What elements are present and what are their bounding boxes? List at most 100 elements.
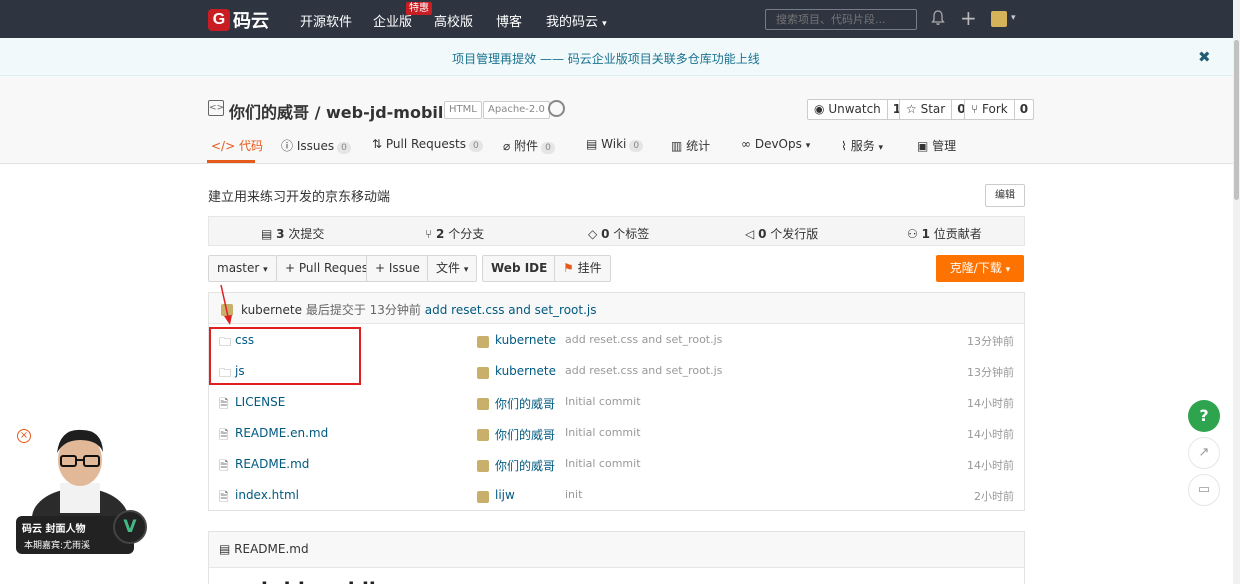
commit-message[interactable]: Initial commit (565, 457, 641, 470)
stat-tags[interactable]: ◇ 0 个标签 (588, 225, 649, 242)
pulse-icon: ⌇ (841, 139, 847, 153)
tab-devops[interactable]: ∞ DevOps ▾ (741, 137, 810, 151)
nav-university[interactable]: 高校版 (434, 11, 473, 30)
stat-contributors[interactable]: ⚇ 1 位贡献者 (907, 225, 982, 242)
stat-releases[interactable]: ◁ 0 个发行版 (745, 225, 818, 242)
avatar-chevron-down-icon[interactable]: ▾ (1011, 13, 1016, 23)
web-ide-button[interactable]: Web IDE (482, 255, 557, 282)
table-row[interactable]: 🗎 README.md 你们的威哥 Initial commit 14小时前 (209, 449, 1024, 480)
file-menu-button[interactable]: 文件 ▾ (427, 255, 478, 282)
file-icon: 🗎 (219, 490, 229, 504)
nav-open-source[interactable]: 开源软件 (300, 11, 352, 30)
tab-stats-label: 统计 (686, 139, 711, 153)
table-row[interactable]: 🗎 LICENSE 你们的威哥 Initial commit 14小时前 (209, 387, 1024, 418)
commit-message[interactable]: Initial commit (565, 426, 641, 439)
tab-issues[interactable]: ⓘ Issues 0 (281, 137, 351, 154)
branch-select[interactable]: master ▾ (208, 255, 277, 282)
watch-label: Unwatch (828, 102, 881, 116)
last-commit-time: 13分钟前 (369, 303, 421, 317)
commit-user[interactable]: 你们的威哥 (495, 426, 555, 443)
user-avatar-small[interactable] (477, 398, 489, 410)
promo-guest: 本期嘉宾:尤雨溪 (24, 541, 91, 551)
special-offer-badge: 特惠 (406, 2, 432, 15)
fork-button[interactable]: ⑂ Fork 0 (964, 99, 1035, 120)
search-input[interactable] (765, 9, 917, 30)
devops-chevron-down-icon: ▾ (805, 141, 811, 151)
user-avatar-small[interactable] (477, 460, 489, 472)
commits-count: 3 (276, 227, 285, 241)
tab-attachments[interactable]: ⌀ 附件 0 (503, 137, 555, 154)
stat-commits[interactable]: ▤ 3 次提交 (261, 225, 324, 242)
page-scrollbar-thumb[interactable] (1234, 40, 1239, 200)
share-icon[interactable]: ↗ (1188, 437, 1220, 469)
commit-user[interactable]: 你们的威哥 (495, 395, 555, 412)
chevron-down-icon: ▾ (602, 19, 607, 29)
pendant-button[interactable]: ⚑ 挂件 (554, 255, 611, 282)
commit-message[interactable]: add reset.css and set_root.js (565, 333, 722, 346)
star-button[interactable]: ☆ Star 0 (899, 99, 972, 120)
file-menu-label: 文件 (436, 261, 461, 275)
comment-icon[interactable]: ▭ (1188, 474, 1220, 506)
readme-title: README.md (234, 542, 309, 556)
file-list: kubernete 最后提交于 13分钟前 add reset.css and … (208, 292, 1025, 511)
edit-description-button[interactable]: 编辑 (985, 184, 1025, 207)
tab-stats[interactable]: ▥ 统计 (671, 137, 710, 154)
clone-label: 克隆/下载 (949, 261, 1002, 275)
file-name[interactable]: index.html (235, 488, 299, 502)
nav-my-gitee[interactable]: 我的码云 ▾ (546, 11, 607, 30)
award-icon[interactable] (548, 100, 565, 117)
new-issue-button[interactable]: + Issue (366, 255, 429, 282)
gitee-logo[interactable]: G 码云 (208, 7, 269, 33)
commit-user[interactable]: kubernete (495, 333, 556, 347)
table-row[interactable]: 🗎 README.en.md 你们的威哥 Initial commit 14小时… (209, 418, 1024, 449)
user-avatar-small[interactable] (477, 491, 489, 503)
nav-blog[interactable]: 博客 (496, 11, 522, 30)
promo-close-icon[interactable]: × (17, 429, 31, 443)
document-icon: ▤ (219, 542, 231, 556)
language-tag[interactable]: HTML (444, 101, 482, 119)
last-commit-user[interactable]: kubernete (241, 303, 302, 317)
user-avatar-small[interactable] (477, 367, 489, 379)
clone-download-button[interactable]: 克隆/下载 ▾ (936, 255, 1024, 282)
bell-icon[interactable] (931, 10, 945, 30)
commit-message[interactable]: add reset.css and set_root.js (565, 364, 722, 377)
user-avatar-small[interactable] (477, 336, 489, 348)
repo-description: 建立用来练习开发的京东移动端 (208, 190, 391, 205)
contributors-count: 1 (921, 227, 930, 241)
repo-title[interactable]: 你们的威哥 / web-jd-mobile (229, 99, 454, 123)
code-icon: </> (211, 139, 236, 153)
banner-text[interactable]: 项目管理再提效 —— 码云企业版项目关联多仓库功能上线 (0, 50, 1212, 67)
commit-user[interactable]: lijw (495, 488, 515, 502)
star-icon: ☆ (906, 102, 917, 116)
stat-branches[interactable]: ⑂ 2 个分支 (425, 225, 484, 242)
help-button[interactable]: ? (1188, 400, 1220, 432)
commit-time: 14小时前 (967, 397, 1014, 410)
tab-pr-label: Pull Requests (385, 137, 466, 151)
tab-pr-count: 0 (469, 140, 483, 152)
last-commit-message[interactable]: add reset.css and set_root.js (425, 303, 597, 317)
tab-manage[interactable]: ▣ 管理 (917, 137, 956, 154)
commit-time: 13分钟前 (967, 366, 1014, 379)
commit-message[interactable]: Initial commit (565, 395, 641, 408)
file-name[interactable]: README.en.md (235, 426, 328, 440)
bar-chart-icon: ▥ (671, 139, 683, 153)
tab-wiki[interactable]: ▤ Wiki 0 (586, 137, 644, 152)
watch-button[interactable]: ◉ Unwatch 1 (807, 99, 908, 120)
license-tag[interactable]: Apache-2.0 (483, 101, 550, 119)
commit-user[interactable]: kubernete (495, 364, 556, 378)
commit-message[interactable]: init (565, 488, 582, 501)
file-name[interactable]: LICENSE (235, 395, 285, 409)
banner-close-icon[interactable]: ✖ (1198, 48, 1211, 66)
tab-pull-requests[interactable]: ⇅ Pull Requests 0 (372, 137, 483, 152)
file-name[interactable]: README.md (235, 457, 309, 471)
paperclip-icon: ⌀ (503, 139, 511, 153)
file-chevron-down-icon: ▾ (463, 265, 469, 275)
tab-code[interactable]: </> 代码 (211, 137, 263, 154)
tab-services[interactable]: ⌇ 服务 ▾ (841, 137, 883, 154)
tab-issues-label: Issues (296, 139, 335, 153)
commit-user[interactable]: 你们的威哥 (495, 457, 555, 474)
table-row[interactable]: 🗎 index.html lijw init 2小时前 (209, 480, 1024, 511)
user-avatar[interactable] (991, 11, 1007, 27)
user-avatar-small[interactable] (477, 429, 489, 441)
plus-icon[interactable]: + (960, 8, 977, 28)
